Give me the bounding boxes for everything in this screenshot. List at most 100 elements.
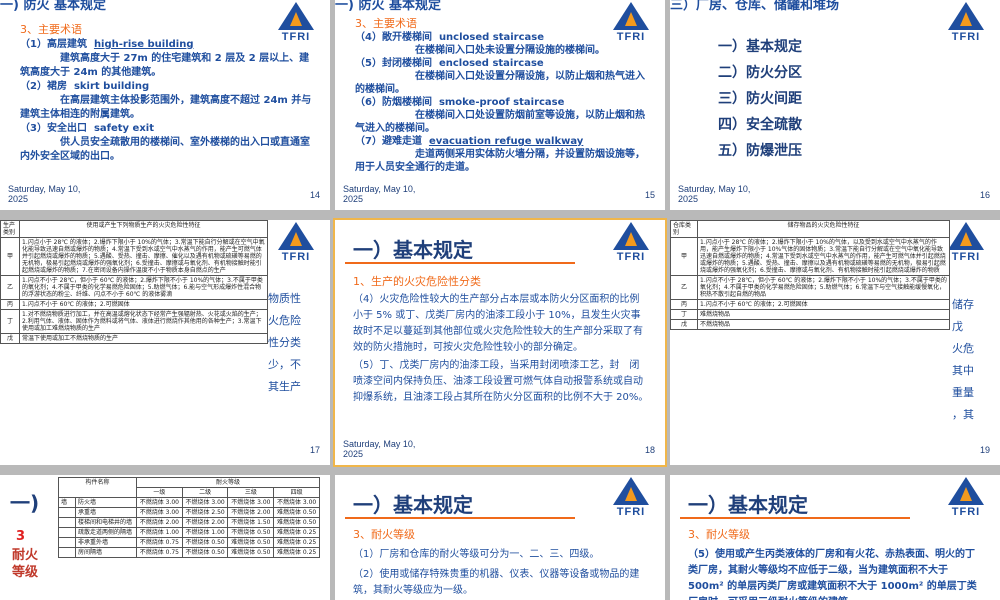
rating-cell: 不燃烧体 3.00: [273, 497, 320, 508]
slide-thumbnail-22[interactable]: 一）基本规定 TFRI 3、耐火等级 （5）使用或产生丙类液体的厂房和有火花、赤…: [670, 475, 1000, 600]
partial-body-text: 物质性 火危险 性分类 少，不 其生产: [268, 292, 301, 393]
partial-body-text: 储存戊火危 其中 重量 ，其: [952, 298, 974, 421]
table-row: 丁 1.对不燃烧物质进行加工，并在高温或熔化状态下经常产生强辐射热、火花或火焰的生…: [0, 309, 268, 334]
feature-cell: 1.闪点不小于 28℃，但小于 60℃ 的液体；2.爆炸下限不小于 10%的气体…: [697, 275, 950, 300]
slide-title-clipped: 一) 防火 基本规定: [0, 0, 106, 12]
feature-cell: 常温下使用或加工不燃烧物质的生产: [19, 333, 268, 344]
rating-cell: 不燃烧体 3.00: [181, 497, 229, 508]
term-definition: 走道两侧采用实体防火墙分隔，并设置防烟设施等，用于人员安全通行的走道。: [355, 149, 645, 173]
term-label: （3）安全出口: [20, 123, 87, 134]
feature-cell: 不燃烧物品: [697, 319, 950, 330]
table-row: 丁难燃烧物品: [670, 309, 950, 320]
rating-cell: 不燃烧体 3.00: [135, 507, 183, 518]
table-header: 使用或产生下列物质生产的火灾危险性特征: [19, 220, 268, 238]
slide-thumbnail-20[interactable]: 一) 3 耐火等级 构件名称 耐火等级 一级 二级 三级 四级 墙防火墙 不燃烧体 3.0…: [0, 475, 330, 600]
storage-hazard-table: 仓库类别 储存物品的火灾危险性特征 甲 1.闪点小于 28℃ 的液体；2.爆炸下限小…: [670, 220, 950, 330]
slide-number: 18: [644, 445, 655, 455]
menu-item-2: 二）防火分区: [718, 65, 802, 81]
feature-cell: 难燃烧物品: [697, 309, 950, 320]
body-paragraph: （2）使用或储存特殊贵重的机器、仪表、仪器等设备或物品的建筑，其耐火等级应为一级…: [353, 569, 640, 596]
table-header: 储存物品的火灾危险性特征: [697, 220, 950, 238]
slide-date: Saturday, May 10, 2025: [343, 184, 416, 204]
component-name: 楼梯间和电梯井的墙: [75, 517, 137, 528]
rating-cell: 不燃烧体 1.00: [135, 527, 183, 538]
tfri-logo: TFRI: [607, 477, 655, 518]
section-heading: 3、主要术语: [355, 17, 417, 30]
table-row: 楼梯间和电梯井的墙 不燃烧体 2.00 不燃烧体 2.00 不燃烧体 1.50 难燃烧体…: [58, 517, 320, 528]
slide-title-clipped: 三）厂房、仓库、储罐和堆场: [670, 0, 840, 12]
component-name: 房间隔墙: [75, 547, 137, 558]
title-underline: [680, 517, 910, 519]
term-english: skirt building: [73, 81, 150, 92]
rating-cell: 难燃烧体 0.25: [273, 537, 320, 548]
rating-cell: 不燃烧体 2.00: [181, 517, 229, 528]
slide-date: Saturday, May 10, 2025: [8, 184, 81, 204]
slide-title-clipped: 一) 防火 基本规定: [335, 0, 441, 12]
table-row: 房间隔墙 不燃烧体 0.75 不燃烧体 0.50 难燃烧体 0.50 难燃烧体 0.25: [58, 547, 320, 558]
body-paragraph: （5）丁、戊类厂房内的油漆工段，当采用封闭喷漆工艺，封 闭喷漆空间内保持负压、油…: [353, 360, 649, 403]
table-header: 仓库类别: [670, 220, 698, 238]
category-cell: 乙: [0, 275, 20, 300]
rating-cell: 不燃烧体 3.00: [135, 497, 183, 508]
rating-cell: 不燃烧体 0.50: [181, 547, 229, 558]
grade-header: 一级: [135, 487, 183, 498]
term-definition: 在高层建筑主体投影范围外，建筑高度不超过 24m 并与建筑主体相连的附属建筑。: [20, 95, 312, 120]
term-label: （1）高层建筑: [20, 39, 87, 50]
rating-cell: 不燃烧体 2.00: [135, 517, 183, 528]
feature-cell: 1.闪点不小于 60℃ 的液体；2.可燃固体: [697, 299, 950, 310]
section-heading: 1、生产的火灾危险性分类: [353, 275, 481, 288]
slide-number: 14: [309, 190, 320, 200]
feature-cell: 1.闪点小于 28℃ 的液体；2.爆炸下限小于 10%的气体，以及受到水或空气中…: [697, 237, 950, 276]
term-definition: 建筑高度大于 27m 的住宅建筑和 2 层及 2 层以上、建筑高度大于 24m …: [20, 53, 310, 78]
section-heading: 3、耐火等级: [353, 528, 415, 541]
slide-number: 16: [979, 190, 990, 200]
menu-item-5: 五）防爆泄压: [718, 143, 802, 159]
category-cell: 甲: [670, 237, 698, 276]
side-number: 3: [16, 529, 26, 544]
menu-item-1: 一）基本规定: [718, 39, 802, 55]
table-row: 承重墙 不燃烧体 3.00 不燃烧体 2.50 不燃烧体 2.00 难燃烧体 0.50: [58, 507, 320, 518]
term-definition: 在楼梯间入口处设置分隔设施，以防止烟和热气进入的楼梯间。: [355, 71, 645, 95]
slide-thumbnail-17[interactable]: TFRI 物质性 火危险 性分类 少，不 其生产 生产类别 使用或产生下列物质生产的火灾危…: [0, 220, 330, 465]
term-english: safety exit: [93, 123, 154, 134]
slide-thumbnail-19[interactable]: TFRI 储存戊火危 其中 重量 ，其 仓库类别 储存物品的火灾危险性特征 甲 1.闪点小…: [670, 220, 1000, 465]
slide-thumbnail-18[interactable]: 一）基本规定 TFRI 1、生产的火灾危险性分类 （4）火灾危险性较大的生产部分…: [333, 218, 667, 467]
menu-item-3: 三）防火间距: [718, 91, 802, 107]
slide-title: 一）基本规定: [353, 493, 473, 517]
feature-cell: 1.闪点不小于 60℃ 的液体；2.可燃固体: [19, 299, 268, 310]
term-label: （2）裙房: [20, 81, 67, 92]
slide-number: 17: [309, 445, 320, 455]
slide-number: 19: [979, 445, 990, 455]
slide-title: 一): [10, 491, 40, 515]
body-paragraph: （4）火灾危险性较大的生产部分占本层或本防火分区面积的比例小于 5% 或丁、戊类…: [353, 294, 643, 353]
category-cell: 戊: [670, 319, 698, 330]
slide-number: 15: [644, 190, 655, 200]
title-underline: [345, 517, 575, 519]
section-heading: 3、主要术语: [20, 23, 82, 36]
rating-cell: 不燃烧体 0.75: [135, 537, 183, 548]
table-row: 非承重外墙 不燃烧体 0.75 不燃烧体 0.50 难燃烧体 0.50 难燃烧体 0.2…: [58, 537, 320, 548]
table-row: 墙防火墙 不燃烧体 3.00 不燃烧体 3.00 不燃烧体 3.00 不燃烧体 3.00: [58, 497, 320, 508]
body-paragraph: （5）使用或产生丙类液体的厂房和有火花、赤热表面、明火的丁类厂房，其耐火等级均不…: [688, 549, 977, 600]
rating-cell: 不燃烧体 2.50: [181, 507, 229, 518]
rating-cell: 难燃烧体 0.50: [273, 507, 320, 518]
slide-date: Saturday, May 10, 2025: [678, 184, 751, 204]
term-definition: 在楼梯间入口处未设置分隔设施的楼梯间。: [415, 45, 605, 56]
slide-thumbnail-14[interactable]: 一) 防火 基本规定 TFRI 3、主要术语 （1）高层建筑 high-rise…: [0, 0, 330, 210]
rating-cell: 不燃烧体 0.50: [227, 527, 275, 538]
slide-thumbnail-16[interactable]: 三）厂房、仓库、储罐和堆场 TFRI 一）基本规定 二）防火分区 三）防火间距 四）安…: [670, 0, 1000, 210]
rating-cell: 不燃烧体 0.50: [181, 537, 229, 548]
component-name: 承重墙: [75, 507, 137, 518]
slide-thumbnail-21[interactable]: 一）基本规定 TFRI 3、耐火等级 （1）厂房和仓库的耐火等级可分为一、二、三…: [335, 475, 665, 600]
table-row: 戊常温下使用或加工不燃烧物质的生产: [0, 333, 268, 344]
table-row: 丙 1.闪点不小于 60℃ 的液体；2.可燃固体: [0, 299, 268, 310]
side-label: 耐火等级: [12, 548, 39, 580]
grade-header: 四级: [273, 487, 320, 498]
table-row: 丙 1.闪点不小于 60℃ 的液体；2.可燃固体: [670, 299, 950, 310]
term-english: high-rise building: [93, 39, 194, 50]
feature-cell: 1.闪点小于 28℃ 的液体；2.爆炸下限小于 10%的气体；3.常温下能自行分…: [19, 237, 268, 276]
slide-thumbnail-15[interactable]: 一) 防火 基本规定 TFRI 3、主要术语 （4）敞开楼梯间 unclosed…: [335, 0, 665, 210]
section-menu: 一）基本规定 二）防火分区 三）防火间距 四）安全疏散 五）防爆泄压: [718, 34, 802, 164]
table-header: 生产类别: [0, 220, 20, 238]
component-name: 非承重外墙: [75, 537, 137, 548]
